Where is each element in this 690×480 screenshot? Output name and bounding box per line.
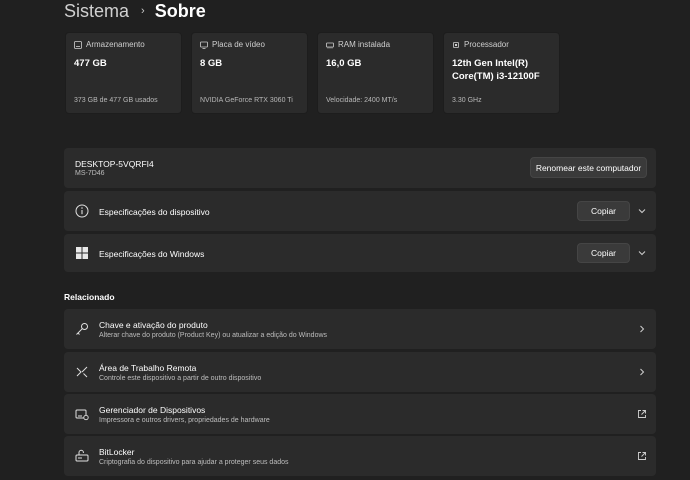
- external-link-icon: [638, 452, 646, 460]
- graphics-model: NVIDIA GeForce RTX 3060 Ti: [200, 97, 293, 104]
- breadcrumb-sistema-link[interactable]: Sistema: [64, 1, 129, 22]
- device-model: MS-7D46: [75, 170, 105, 177]
- remote-desktop-title: Área de Trabalho Remota: [99, 363, 197, 373]
- display-adapter-icon: [200, 41, 208, 49]
- page-title: Sobre: [154, 0, 206, 21]
- storage-value: 477 GB: [74, 58, 107, 69]
- card-title: Placa de vídeo: [212, 40, 265, 49]
- processor-line-2: Core(TM) i3-12100F: [452, 71, 540, 82]
- breadcrumb-separator-icon: ›: [141, 5, 145, 17]
- device-specs-row[interactable]: Especificações do dispositivo Copiar: [64, 191, 656, 231]
- info-icon: [75, 204, 89, 218]
- bitlocker-row[interactable]: BitLocker Criptografia do dispositivo pa…: [64, 436, 656, 476]
- product-key-desc: Alterar chave do produto (Product Key) o…: [99, 332, 328, 339]
- bitlocker-icon: [75, 449, 89, 462]
- chevron-right-icon: [640, 368, 645, 376]
- processor-speed: 3.30 GHz: [452, 97, 482, 104]
- windows-specs-title: Especificações do Windows: [99, 249, 205, 259]
- card-title: Processador: [464, 40, 509, 49]
- key-icon: [76, 323, 88, 335]
- remote-desktop-row[interactable]: Área de Trabalho Remota Controle este di…: [64, 352, 656, 392]
- remote-desktop-desc: Controle este dispositivo a partir de ou…: [99, 375, 262, 382]
- device-manager-row[interactable]: Gerenciador de Dispositivos Impressora e…: [64, 394, 656, 434]
- storage-card: Armazenamento 477 GB 373 GB de 477 GB us…: [65, 32, 182, 114]
- card-title: Armazenamento: [86, 40, 145, 49]
- card-title: RAM instalada: [338, 40, 391, 49]
- remote-desktop-icon: [76, 366, 88, 378]
- device-manager-icon: [75, 409, 89, 421]
- product-key-row[interactable]: Chave e ativação do produto Alterar chav…: [64, 309, 656, 349]
- device-name: DESKTOP-5VQRFI4: [75, 159, 154, 169]
- windows-logo-icon: [76, 247, 88, 259]
- processor-icon: [453, 41, 459, 48]
- bitlocker-desc: Criptografia do dispositivo para ajudar …: [99, 459, 289, 466]
- copy-device-specs-button[interactable]: Copiar: [577, 201, 630, 221]
- external-link-icon: [638, 410, 646, 418]
- processor-value: 12th Gen Intel(R) Core(TM) i3-12100F: [452, 57, 540, 83]
- device-specs-title: Especificações do dispositivo: [99, 207, 210, 217]
- graphics-card: Placa de vídeo 8 GB NVIDIA GeForce RTX 3…: [191, 32, 308, 114]
- chevron-right-icon: [640, 325, 645, 333]
- device-name-row: DESKTOP-5VQRFI4 MS-7D46 Renomear este co…: [64, 148, 656, 188]
- processor-card: Processador 12th Gen Intel(R) Core(TM) i…: [443, 32, 560, 114]
- ram-value: 16,0 GB: [326, 58, 362, 69]
- chevron-down-icon[interactable]: [637, 206, 647, 216]
- settings-about-page: Sistema › Sobre Armazenamento 477 GB 373…: [0, 0, 690, 480]
- chevron-down-icon[interactable]: [637, 248, 647, 258]
- product-key-title: Chave e ativação do produto: [99, 320, 208, 330]
- ram-speed: Velocidade: 2400 MT/s: [326, 97, 398, 104]
- device-manager-desc: Impressora e outros drivers, propriedade…: [99, 417, 270, 424]
- device-manager-title: Gerenciador de Dispositivos: [99, 405, 206, 415]
- storage-icon: [74, 40, 82, 49]
- graphics-memory-value: 8 GB: [200, 58, 223, 69]
- ram-icon: [326, 42, 334, 48]
- copy-windows-specs-button[interactable]: Copiar: [577, 243, 630, 263]
- ram-card: RAM instalada 16,0 GB Velocidade: 2400 M…: [317, 32, 434, 114]
- processor-line-1: 12th Gen Intel(R): [452, 58, 529, 69]
- breadcrumb: Sistema › Sobre: [64, 0, 206, 22]
- storage-usage: 373 GB de 477 GB usados: [74, 97, 158, 104]
- related-heading: Relacionado: [64, 292, 115, 302]
- bitlocker-title: BitLocker: [99, 447, 135, 457]
- rename-computer-button[interactable]: Renomear este computador: [530, 157, 647, 178]
- windows-specs-row[interactable]: Especificações do Windows Copiar: [64, 234, 656, 272]
